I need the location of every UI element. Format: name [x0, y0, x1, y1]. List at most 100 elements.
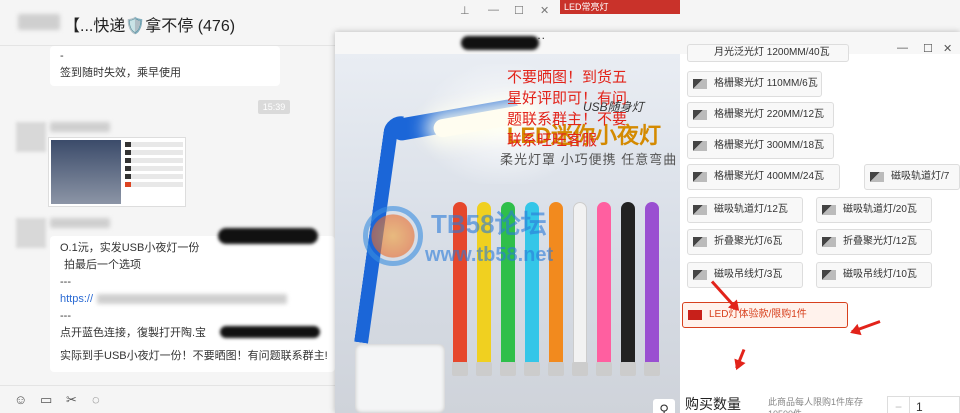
- avatar[interactable]: [16, 218, 46, 248]
- image-viewer: ... — ☐ ✕ USB随身灯 LED迷你小夜灯 柔光灯罩 小巧便携 任意弯曲…: [335, 28, 960, 413]
- quantity-minus-button[interactable]: −: [888, 397, 910, 413]
- usb-charger: [355, 344, 445, 413]
- sku-thumbnail-icon: [693, 110, 707, 120]
- sku-option-label: 格栅聚光灯 400MM/24瓦: [714, 171, 825, 182]
- sku-option[interactable]: 格栅聚光灯 110MM/6瓦: [687, 71, 822, 97]
- sku-option[interactable]: 磁吸吊线灯/10瓦: [816, 262, 932, 288]
- top-strip: LED常亮灯: [560, 0, 680, 14]
- chat-title: 【...快递🛡️拿不停 (476): [64, 18, 236, 35]
- pin-icon[interactable]: ⊥: [460, 4, 470, 17]
- message-separator: ---: [60, 276, 71, 288]
- sku-thumbnail-icon: [822, 270, 836, 280]
- sku-thumbnail-icon: [693, 237, 707, 247]
- watermark-url: www.tb58.net: [425, 244, 554, 266]
- maximize-icon[interactable]: ☐: [514, 4, 524, 17]
- sku-option-label: 格栅聚光灯 110MM/6瓦: [714, 78, 818, 89]
- sku-option[interactable]: 格栅聚光灯 220MM/12瓦: [687, 102, 834, 128]
- sku-option-label: 磁吸吊线灯/10瓦: [843, 269, 917, 280]
- sku-thumbnail-icon: [822, 205, 836, 215]
- sku-thumbnail-icon: [688, 310, 702, 320]
- sku-option[interactable]: 磁吸轨道灯/12瓦: [687, 197, 803, 223]
- annotation-text: 不要晒图！到货五星好评即可！有问题联系群主！不要联系旺旺客服: [507, 69, 628, 149]
- quantity-label: 购买数量: [685, 396, 741, 412]
- sku-option[interactable]: 磁吸轨道灯/7: [864, 164, 960, 190]
- usb-plug: [476, 362, 492, 376]
- sku-option[interactable]: LED灯体验款/限购1件: [682, 302, 848, 328]
- message-bubble[interactable]: O.1沅，实发USB小夜灯一份 拍最后一个选项 --- https:// ---…: [50, 236, 335, 372]
- watermark-logo: [363, 206, 423, 266]
- more-icon[interactable]: ...: [533, 28, 546, 42]
- usb-plug: [572, 362, 588, 376]
- quantity-stepper[interactable]: − 1: [887, 396, 960, 413]
- redaction-mark: [218, 228, 318, 244]
- usb-plug: [524, 362, 540, 376]
- message-line: 拍最后一个选项: [64, 259, 141, 271]
- watermark: TB58论坛 www.tb58.net: [345, 202, 605, 282]
- sku-option[interactable]: 折叠聚光灯/6瓦: [687, 229, 803, 255]
- usb-plug: [452, 362, 468, 376]
- redaction-mark: [461, 36, 539, 50]
- usb-plug: [548, 362, 564, 376]
- sku-option[interactable]: 磁吸轨道灯/20瓦: [816, 197, 932, 223]
- quantity-value[interactable]: 1: [916, 400, 923, 413]
- sku-option-label: 格栅聚光灯 300MM/18瓦: [714, 140, 825, 151]
- sku-thumbnail-icon: [870, 172, 884, 182]
- group-name-blur: [18, 14, 60, 30]
- screen: 【...快递🛡️拿不停 (476) ⊥ — ☐ ✕ LED常亮灯 - 签到随时失…: [0, 0, 960, 413]
- sender-name-blur: [50, 122, 110, 132]
- options-panel: 月光泛光灯 1200MM/40瓦 格栅聚光灯 110MM/6瓦 格栅聚光灯 220…: [680, 44, 960, 413]
- message-dash: -: [60, 50, 64, 62]
- usb-plug: [620, 362, 636, 376]
- usb-plug: [596, 362, 612, 376]
- time-badge: 15:39: [258, 100, 290, 114]
- sku-option[interactable]: 格栅聚光灯 300MM/18瓦: [687, 133, 834, 159]
- sku-option-label: 磁吸轨道灯/20瓦: [843, 204, 917, 215]
- sku-option[interactable]: 格栅聚光灯 400MM/24瓦: [687, 164, 840, 190]
- thumbnail-lamp-image: [51, 140, 121, 204]
- sku-option[interactable]: 折叠聚光灯/12瓦: [816, 229, 932, 255]
- sku-option-label: 磁吸吊线灯/3瓦: [714, 269, 783, 280]
- sku-option-label: LED灯体验款/限购1件: [709, 309, 807, 320]
- message-separator: ---: [60, 310, 71, 322]
- message-line: 实际到手USB小夜灯一份！不要晒图！有问题联系群主!: [60, 350, 328, 362]
- input-toolbar: ☺ ▭ ✂ ◌: [0, 385, 335, 413]
- message-bubble[interactable]: - 签到随时失效，乘早使用: [50, 46, 280, 86]
- sku-thumbnail-icon: [693, 172, 707, 182]
- sender-name-blur: [50, 218, 110, 228]
- promo-subtitle: 柔光灯罩 小巧便携 任意弯曲: [500, 152, 678, 167]
- sku-thumbnail-icon: [822, 237, 836, 247]
- lamp-stick: [620, 202, 636, 376]
- image-thumbnail[interactable]: [48, 137, 186, 207]
- sku-thumbnail-icon: [693, 79, 707, 89]
- minimize-icon[interactable]: —: [488, 4, 499, 16]
- message-link[interactable]: https://: [60, 293, 93, 305]
- folder-icon[interactable]: ▭: [40, 392, 52, 408]
- sku-thumbnail-icon: [693, 270, 707, 280]
- watermark-title: TB58论坛: [431, 209, 547, 239]
- link-blur[interactable]: [97, 294, 288, 305]
- usb-plug: [500, 362, 516, 376]
- viewer-titlebar: ... — ☐ ✕: [335, 28, 960, 55]
- sku-option-label: 折叠聚光灯/6瓦: [714, 236, 783, 247]
- avatar[interactable]: [16, 122, 46, 152]
- smile-icon[interactable]: ☺: [14, 392, 27, 407]
- lamp-stick: [644, 202, 660, 376]
- search-icon[interactable]: ⚲: [653, 399, 675, 413]
- sku-option-label: 磁吸轨道灯/12瓦: [714, 204, 788, 215]
- thumbnail-options: [125, 142, 183, 202]
- close-icon[interactable]: ✕: [540, 4, 549, 17]
- sku-option-label: 格栅聚光灯 220MM/12瓦: [714, 109, 825, 120]
- chat-icon[interactable]: ◌: [92, 392, 100, 407]
- sku-option[interactable]: 磁吸吊线灯/3瓦: [687, 262, 803, 288]
- sku-option-label: 折叠聚光灯/12瓦: [843, 236, 917, 247]
- quantity-note: 此商品每人限购1件库存10500件: [768, 397, 864, 413]
- message-text: 签到随时失效，乘早使用: [60, 67, 181, 79]
- sku-thumbnail-icon: [693, 205, 707, 215]
- sku-thumbnail-icon: [693, 141, 707, 151]
- sku-option-label: 磁吸轨道灯/7: [891, 171, 950, 182]
- usb-plug: [644, 362, 660, 376]
- redaction-mark: [220, 326, 320, 338]
- option-partial[interactable]: 月光泛光灯 1200MM/40瓦: [687, 44, 849, 62]
- minimize-icon[interactable]: —: [897, 42, 908, 54]
- scissors-icon[interactable]: ✂: [66, 392, 77, 408]
